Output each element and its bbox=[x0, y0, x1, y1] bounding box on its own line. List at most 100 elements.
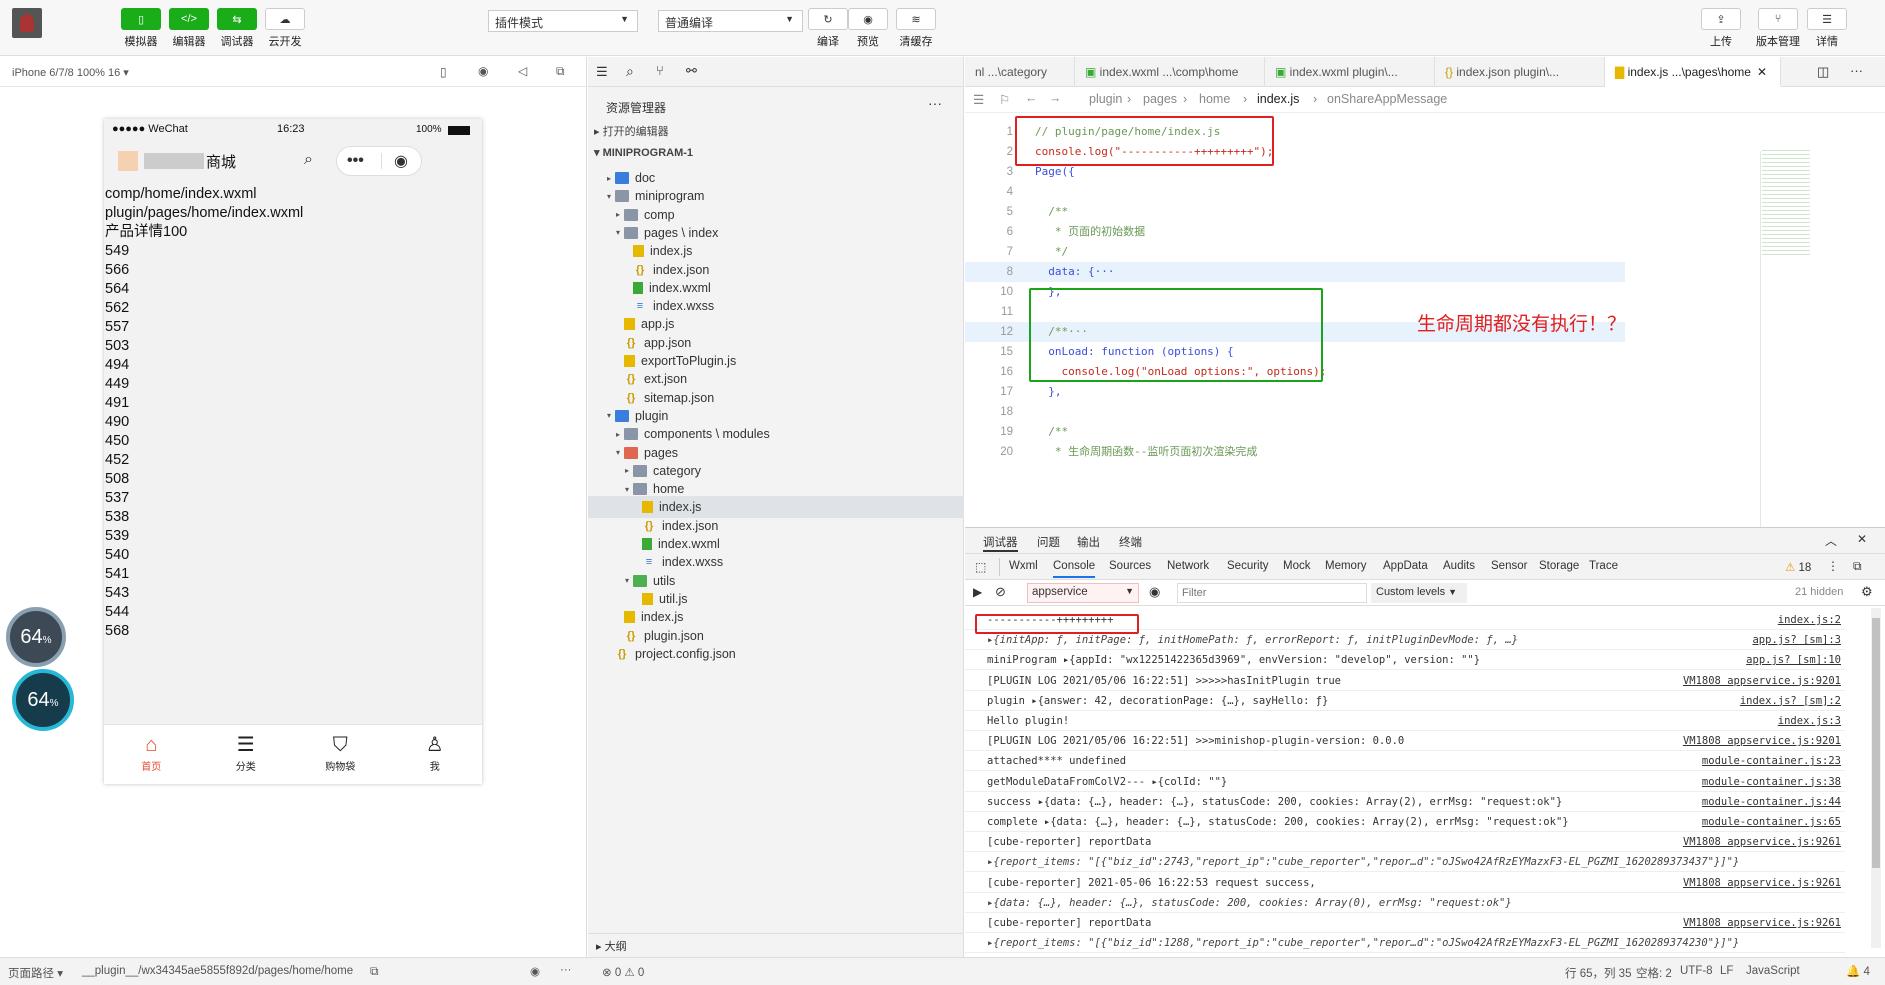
console-source-link[interactable]: VM1808 appservice.js:9201 bbox=[1678, 731, 1841, 751]
inspect-icon[interactable]: ⬚ bbox=[975, 560, 986, 574]
tab-me[interactable]: ♙ 我 bbox=[388, 725, 483, 784]
compile-button[interactable]: ↻ 编译 bbox=[807, 8, 849, 49]
editor-tab[interactable]: nl ...\category bbox=[965, 57, 1075, 87]
console-row[interactable]: ▸{report_items: "[{"biz_id":2743,"report… bbox=[965, 852, 1845, 873]
editor-tab[interactable]: ▣ index.wxml ...\comp\home bbox=[1075, 57, 1265, 87]
phone-icon[interactable]: ▯ bbox=[440, 65, 447, 79]
devtools-tab-network[interactable]: Network bbox=[1167, 560, 1209, 572]
forward-icon[interactable]: → bbox=[1049, 91, 1062, 105]
copy-icon[interactable]: ⧉ bbox=[370, 964, 379, 979]
simulator-button[interactable]: ▯ 模拟器 bbox=[120, 8, 162, 49]
split-editor-icon[interactable]: ◫ bbox=[1817, 64, 1829, 80]
more-icon[interactable]: ··· bbox=[560, 964, 572, 976]
bookmark-icon[interactable]: ⚐ bbox=[999, 92, 1010, 107]
open-editors-header[interactable]: ▸ 打开的编辑器 bbox=[594, 123, 669, 139]
kebab-menu-icon[interactable]: ⋮ bbox=[1827, 559, 1839, 573]
cloud-dev-button[interactable]: ☁ 云开发 bbox=[264, 8, 306, 49]
debugger-button[interactable]: ⇆ 调试器 bbox=[216, 8, 258, 49]
list-icon[interactable]: ☰ bbox=[973, 92, 984, 107]
console-row[interactable]: ▸{report_items: "[{"biz_id":1288,"report… bbox=[965, 933, 1845, 954]
context-select[interactable]: appservice ▼ bbox=[1027, 583, 1139, 603]
console-row[interactable]: complete ▸{data: {…}, header: {…}, statu… bbox=[965, 812, 1845, 832]
console-source-link[interactable]: index.js? [sm]:2 bbox=[1735, 690, 1841, 710]
console-source-link[interactable]: VM1808 appservice.js:9261 bbox=[1678, 832, 1841, 852]
dock-icon[interactable]: ⧉ bbox=[1853, 559, 1862, 574]
breadcrumb-item[interactable]: home bbox=[1199, 92, 1230, 106]
console-source-link[interactable]: module-container.js:23 bbox=[1697, 751, 1841, 771]
code-line[interactable]: 5 /** bbox=[965, 202, 1625, 222]
devtools-tab-mock[interactable]: Mock bbox=[1283, 560, 1310, 572]
console-source-link[interactable]: module-container.js:38 bbox=[1697, 771, 1841, 791]
indent-setting[interactable]: 空格: 2 bbox=[1636, 965, 1672, 981]
project-header[interactable]: ▾ MINIPROGRAM-1 bbox=[594, 146, 693, 159]
console-row[interactable]: [cube-reporter] 2021-05-06 16:22:53 requ… bbox=[965, 872, 1845, 893]
perf-gauge[interactable]: 64% bbox=[6, 607, 66, 667]
search-icon[interactable]: ⌕ bbox=[626, 63, 634, 80]
popout-icon[interactable]: ⧉ bbox=[556, 64, 565, 79]
console-row[interactable]: [cube-reporter] reportData VM1808 appserv… bbox=[965, 913, 1845, 933]
devtools-tab-audits[interactable]: Audits bbox=[1443, 560, 1475, 572]
editor-tab[interactable]: {} index.json plugin\... bbox=[1435, 57, 1605, 87]
code-line[interactable]: 6 * 页面的初始数据 bbox=[965, 222, 1625, 242]
editor-tab-active[interactable]: ▇ index.js ...\pages\home ✕ bbox=[1605, 57, 1781, 87]
devtools-tab-console[interactable]: Console bbox=[1053, 560, 1096, 578]
eye-icon[interactable]: ◉ bbox=[1149, 584, 1160, 600]
console-row[interactable]: [PLUGIN LOG 2021/05/06 16:22:51] >>>>>ha… bbox=[965, 670, 1845, 691]
files-icon[interactable]: ☰ bbox=[596, 64, 608, 80]
close-icon[interactable]: ✕ bbox=[1757, 65, 1767, 79]
devtools-tab-sensor[interactable]: Sensor bbox=[1491, 560, 1527, 572]
upload-button[interactable]: ⇪ 上传 bbox=[1700, 8, 1742, 49]
gear-icon[interactable]: ⚙ bbox=[1861, 584, 1873, 600]
console-row[interactable]: plugin ▸{answer: 42, decorationPage: {…}… bbox=[965, 690, 1845, 711]
console-row[interactable]: ▸{data: {…}, header: {…}, statusCode: 20… bbox=[965, 893, 1845, 913]
breadcrumb-item[interactable]: onShareAppMessage bbox=[1327, 92, 1447, 106]
console-row[interactable]: miniProgram ▸{appId: "wx12251422365d3969… bbox=[965, 650, 1845, 671]
avatar[interactable] bbox=[12, 8, 42, 38]
tab-home[interactable]: ⌂ 首页 bbox=[104, 725, 199, 784]
console-source-link[interactable]: module-container.js:44 bbox=[1697, 791, 1841, 811]
console-source-link[interactable]: app.js? [sm]:3 bbox=[1748, 630, 1841, 650]
compile-select[interactable]: 普通编译 ▼ bbox=[658, 10, 803, 32]
console-source-link[interactable]: index.js:3 bbox=[1773, 711, 1841, 730]
devtools-tab-memory[interactable]: Memory bbox=[1325, 560, 1367, 572]
console-row[interactable]: success ▸{data: {…}, header: {…}, status… bbox=[965, 791, 1845, 812]
clear-cache-button[interactable]: ≋ 清缓存 bbox=[895, 8, 937, 49]
console-row[interactable]: attached**** undefined module-container.j… bbox=[965, 751, 1845, 772]
console-row[interactable]: [PLUGIN LOG 2021/05/06 16:22:51] >>>mini… bbox=[965, 731, 1845, 752]
more-icon[interactable]: ··· bbox=[928, 95, 942, 111]
extensions-icon[interactable]: ⚯ bbox=[686, 63, 697, 79]
mode-select[interactable]: 插件模式 ▼ bbox=[488, 10, 638, 32]
sidebar-toggle-icon[interactable]: ▶ bbox=[973, 585, 982, 599]
devtools-tab-security[interactable]: Security bbox=[1227, 560, 1269, 572]
chevron-up-icon[interactable]: ︿ bbox=[1825, 532, 1837, 549]
editor-tab[interactable]: ▣ index.wxml plugin\... bbox=[1265, 57, 1435, 87]
eye-icon[interactable]: ◉ bbox=[530, 964, 540, 978]
console-row[interactable]: getModuleDataFromColV2--- ▸{colId: ""} mo… bbox=[965, 771, 1845, 792]
close-icon[interactable]: ✕ bbox=[1857, 532, 1867, 546]
preview-button[interactable]: ◉ 预览 bbox=[847, 8, 889, 49]
sound-icon[interactable]: ◁ bbox=[518, 64, 527, 78]
console-source-link[interactable]: VM1808 appservice.js:9261 bbox=[1678, 913, 1841, 932]
clear-console-icon[interactable]: ⊘ bbox=[995, 584, 1006, 600]
panel-tab-output[interactable]: 输出 bbox=[1077, 534, 1100, 550]
code-line[interactable]: 19 /** bbox=[965, 422, 1625, 442]
record-icon[interactable]: ◉ bbox=[478, 64, 488, 78]
tree-item[interactable]: {} project.config.json bbox=[588, 643, 964, 665]
breadcrumb-item[interactable]: plugin bbox=[1089, 92, 1122, 106]
outline-header[interactable]: ▸ 大纲 bbox=[588, 933, 964, 955]
version-button[interactable]: ⑂ 版本管理 bbox=[1752, 8, 1804, 49]
search-icon[interactable]: ⌕ bbox=[304, 151, 313, 169]
console-row[interactable]: [cube-reporter] reportData VM1808 appserv… bbox=[965, 832, 1845, 853]
back-icon[interactable]: ← bbox=[1025, 91, 1038, 105]
console-source-link[interactable]: VM1808 appservice.js:9201 bbox=[1678, 670, 1841, 690]
console-filter-input[interactable] bbox=[1177, 583, 1367, 603]
encoding[interactable]: UTF-8 bbox=[1680, 965, 1713, 977]
devtools-tab-storage[interactable]: Storage bbox=[1539, 560, 1579, 572]
cursor-position[interactable]: 行 65，列 35 bbox=[1565, 965, 1631, 981]
panel-tab-problems[interactable]: 问题 bbox=[1037, 534, 1060, 550]
more-icon[interactable]: ··· bbox=[1850, 63, 1863, 78]
console-row[interactable]: Hello plugin! index.js:3 bbox=[965, 711, 1845, 731]
breadcrumb-item[interactable]: pages bbox=[1143, 92, 1177, 106]
breadcrumb-item[interactable]: index.js bbox=[1257, 92, 1299, 106]
panel-tab-debugger[interactable]: 调试器 bbox=[983, 534, 1018, 552]
